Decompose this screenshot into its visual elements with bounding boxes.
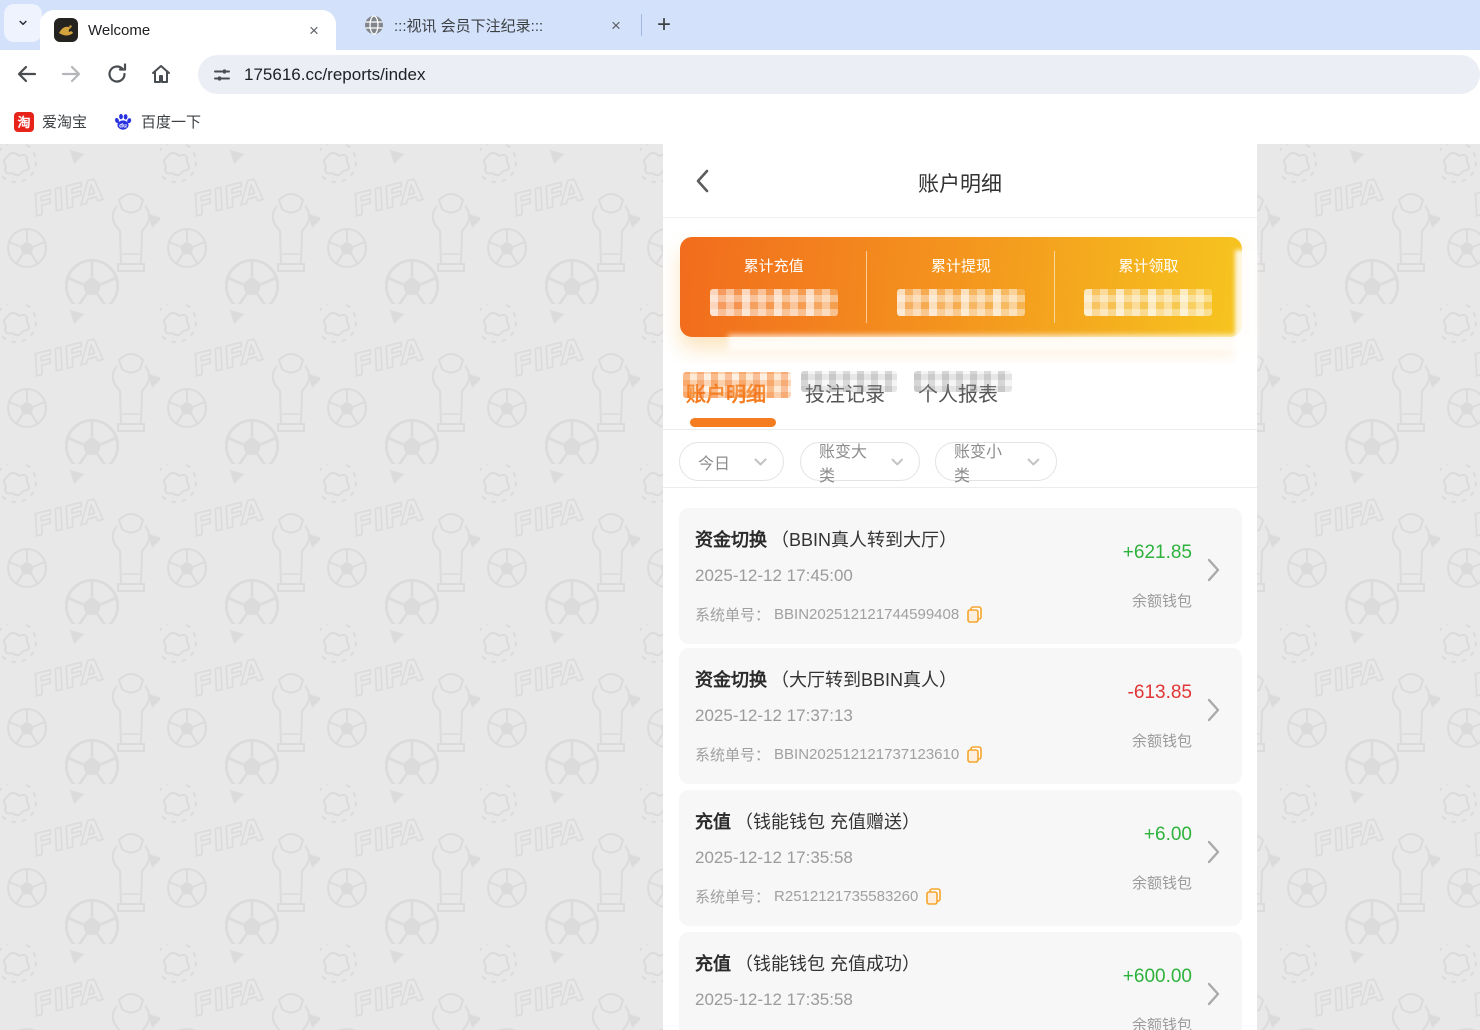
site-settings-icon[interactable] xyxy=(212,65,232,85)
url-text: 175616.cc/reports/index xyxy=(244,65,425,85)
blur-artifact xyxy=(728,335,1245,351)
chevron-down-icon xyxy=(891,458,903,466)
copy-icon[interactable] xyxy=(967,746,982,763)
chevron-right-icon[interactable] xyxy=(1207,840,1220,869)
browser-tab-welcome[interactable]: Welcome × xyxy=(40,10,336,50)
transaction-title: 充值（钱能钱包 充值赠送） xyxy=(695,808,920,834)
chevron-right-icon[interactable] xyxy=(1207,982,1220,1011)
transaction-row[interactable]: 充值（钱能钱包 充值赠送） 2025-12-12 17:35:58 系统单号： … xyxy=(679,790,1242,926)
transaction-amount: +6.00 xyxy=(1144,824,1192,846)
forward-button[interactable] xyxy=(54,57,88,91)
blur-artifact xyxy=(801,371,897,392)
masked-value xyxy=(710,289,838,316)
back-button[interactable] xyxy=(10,57,44,91)
site-favicon-icon xyxy=(54,18,78,42)
filter-label: 账变大类 xyxy=(819,438,881,486)
arrow-right-icon xyxy=(59,62,83,86)
transaction-row[interactable]: 资金切换（大厅转到BBIN真人） 2025-12-12 17:37:13 系统单… xyxy=(679,648,1242,784)
tab-title: Welcome xyxy=(88,22,304,39)
transaction-order: 系统单号： R2512121735583260 xyxy=(695,886,941,907)
summary-label: 累计领取 xyxy=(1055,255,1242,276)
masked-value xyxy=(897,289,1025,316)
tab-separator xyxy=(641,14,642,36)
transaction-order: 系统单号： BBIN202512121744599408 xyxy=(695,604,982,625)
transaction-title: 资金切换（大厅转到BBIN真人） xyxy=(695,666,957,692)
panel-header: 账户明细 xyxy=(663,144,1257,218)
close-tab-icon[interactable]: × xyxy=(304,20,324,40)
reload-icon xyxy=(105,62,129,86)
url-bar[interactable]: 175616.cc/reports/index xyxy=(198,55,1480,94)
reload-button[interactable] xyxy=(100,57,134,91)
transaction-row[interactable]: 资金切换（BBIN真人转到大厅） 2025-12-12 17:45:00 系统单… xyxy=(679,508,1242,644)
home-icon xyxy=(149,62,173,86)
filter-row: 今日 账变大类 账变小类 xyxy=(663,431,1257,488)
close-tab-icon[interactable]: × xyxy=(606,15,626,35)
copy-icon[interactable] xyxy=(926,888,941,905)
summary-total-deposit: 累计充值 xyxy=(680,237,867,337)
order-label: 系统单号： xyxy=(695,604,770,625)
svg-text:du: du xyxy=(119,122,127,129)
transaction-time: 2025-12-12 17:45:00 xyxy=(695,566,853,586)
new-tab-button[interactable]: + xyxy=(650,11,678,39)
active-tab-underline xyxy=(690,418,776,427)
wallet-label: 余额钱包 xyxy=(1132,1014,1192,1030)
browser-toolbar: 175616.cc/reports/index xyxy=(0,50,1480,99)
chevron-right-icon[interactable] xyxy=(1207,698,1220,727)
filter-date-dropdown[interactable]: 今日 xyxy=(679,442,784,481)
bookmark-taobao[interactable]: 淘 爱淘宝 xyxy=(14,111,87,132)
wallet-label: 余额钱包 xyxy=(1132,730,1192,751)
transaction-amount: +621.85 xyxy=(1123,542,1192,564)
home-button[interactable] xyxy=(144,57,178,91)
taobao-icon: 淘 xyxy=(14,112,34,132)
order-label: 系统单号： xyxy=(695,744,770,765)
transaction-time: 2025-12-12 17:35:58 xyxy=(695,848,853,868)
copy-icon[interactable] xyxy=(967,606,982,623)
globe-icon xyxy=(364,15,384,35)
filter-major-category-dropdown[interactable]: 账变大类 xyxy=(800,442,920,481)
page-viewport: FIFA 账户明细 累计充值 累计提现 xyxy=(0,144,1480,1030)
masked-value xyxy=(1084,289,1212,316)
blur-artifact xyxy=(1235,250,1257,366)
bookmarks-bar: 淘 爱淘宝 du 百度一下 xyxy=(0,99,1480,144)
summary-total-claim: 累计领取 xyxy=(1055,237,1242,337)
summary-card: 累计充值 累计提现 累计领取 xyxy=(680,237,1242,337)
summary-label: 累计提现 xyxy=(867,255,1054,276)
transaction-time: 2025-12-12 17:37:13 xyxy=(695,706,853,726)
arrow-left-icon xyxy=(15,62,39,86)
chevron-down-icon xyxy=(1027,458,1040,466)
wallet-label: 余额钱包 xyxy=(1132,590,1192,611)
transaction-row[interactable]: 充值（钱能钱包 充值成功） 2025-12-12 17:35:58 +600.0… xyxy=(679,932,1242,1030)
order-number: BBIN202512121744599408 xyxy=(774,606,959,623)
chevron-right-icon[interactable] xyxy=(1207,558,1220,587)
transaction-time: 2025-12-12 17:35:58 xyxy=(695,990,853,1010)
transaction-amount: -613.85 xyxy=(1128,682,1192,704)
page-title: 账户明细 xyxy=(663,168,1257,198)
bookmark-label: 百度一下 xyxy=(141,111,201,132)
order-number: BBIN202512121737123610 xyxy=(774,746,959,763)
browser-tab-strip: ⌄ Welcome × :::视讯 会员下注纪录::: × + xyxy=(0,0,1480,50)
tab-search-button[interactable]: ⌄ xyxy=(4,4,42,42)
bookmark-label: 爱淘宝 xyxy=(42,111,87,132)
tab-title: :::视讯 会员下注纪录::: xyxy=(394,15,606,36)
order-label: 系统单号： xyxy=(695,886,770,907)
transaction-title: 充值（钱能钱包 充值成功） xyxy=(695,950,920,976)
filter-minor-category-dropdown[interactable]: 账变小类 xyxy=(935,442,1057,481)
baidu-paw-icon: du xyxy=(113,112,133,132)
order-number: R2512121735583260 xyxy=(774,888,918,905)
blur-artifact xyxy=(914,371,1012,392)
chevron-down-icon xyxy=(754,458,767,466)
transaction-order: 系统单号： BBIN202512121737123610 xyxy=(695,744,982,765)
summary-label: 累计充值 xyxy=(680,255,867,276)
bookmark-baidu[interactable]: du 百度一下 xyxy=(113,111,201,132)
wallet-label: 余额钱包 xyxy=(1132,872,1192,893)
browser-tab-betting-records[interactable]: :::视讯 会员下注纪录::: × xyxy=(348,0,636,50)
transaction-title: 资金切换（BBIN真人转到大厅） xyxy=(695,526,957,552)
account-detail-panel: 账户明细 累计充值 累计提现 累计领取 账户明细 投注记录 个人报表 xyxy=(663,144,1257,1030)
filter-label: 今日 xyxy=(698,450,730,474)
section-tabs: 账户明细 投注记录 个人报表 xyxy=(663,364,1257,430)
blur-artifact xyxy=(683,372,791,398)
transaction-amount: +600.00 xyxy=(1123,966,1192,988)
summary-total-withdraw: 累计提现 xyxy=(867,237,1054,337)
filter-label: 账变小类 xyxy=(954,438,1017,486)
